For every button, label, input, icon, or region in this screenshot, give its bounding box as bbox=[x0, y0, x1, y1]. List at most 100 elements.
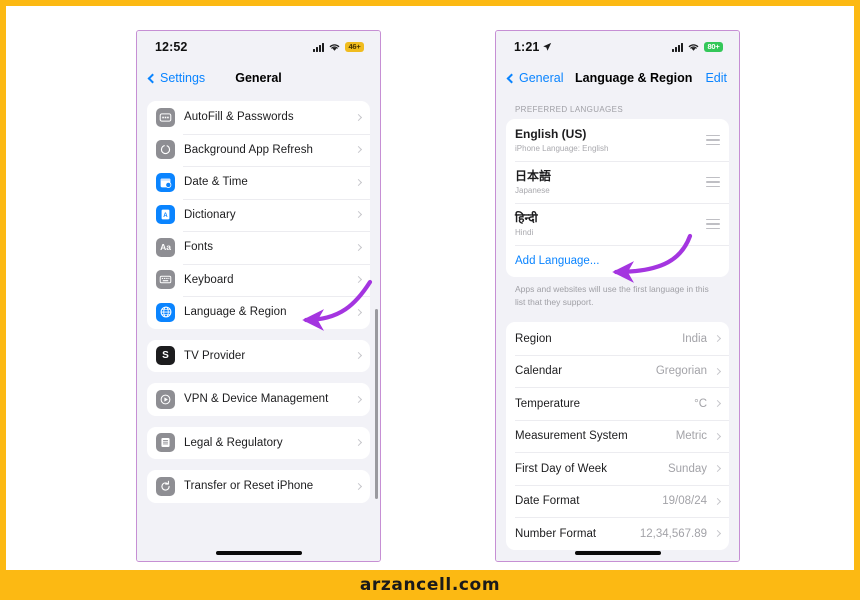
chevron-right-icon bbox=[713, 497, 722, 505]
add-language-button[interactable]: Add Language... bbox=[506, 245, 729, 277]
settings-row-date-format[interactable]: Date Format 19/08/24 bbox=[506, 484, 729, 518]
home-indicator bbox=[215, 551, 302, 555]
language-subtitle: iPhone Language: English bbox=[515, 144, 609, 153]
reorder-handle-icon[interactable] bbox=[706, 176, 720, 188]
settings-row-value: Gregorian bbox=[655, 365, 707, 378]
region-settings-group: Region India Calendar Gregorian Temperat… bbox=[506, 322, 729, 550]
status-time-wrap: 1:21 bbox=[514, 40, 552, 54]
settings-row-value: Metric bbox=[675, 430, 707, 443]
settings-row-value: 12,34,567.89 bbox=[639, 527, 707, 540]
settings-row-region[interactable]: Region India bbox=[506, 322, 729, 355]
settings-group-tv-provider: S TV Provider bbox=[147, 339, 370, 373]
chevron-right-icon bbox=[354, 146, 363, 154]
language-subtitle: Hindi bbox=[515, 228, 534, 237]
settings-row-background-app-refresh[interactable]: Background App Refresh bbox=[147, 133, 370, 167]
chevron-left-icon bbox=[506, 73, 517, 83]
status-bar-left: 12:52 46+ bbox=[137, 31, 380, 63]
status-bar-right: 1:21 80+ bbox=[496, 31, 739, 63]
fonts-icon: Aa bbox=[156, 237, 175, 257]
reorder-handle-icon[interactable] bbox=[706, 134, 720, 146]
chevron-right-icon bbox=[354, 395, 363, 403]
settings-row-value: °C bbox=[694, 397, 707, 410]
tv-provider-icon: S bbox=[156, 346, 175, 366]
settings-row-keyboard[interactable]: Keyboard bbox=[147, 263, 370, 297]
settings-group-transfer-reset: Transfer or Reset iPhone bbox=[147, 470, 370, 503]
chevron-left-icon bbox=[147, 73, 158, 83]
language-name: English (US) bbox=[515, 126, 587, 141]
settings-row-number-format[interactable]: Number Format 12,34,567.89 bbox=[506, 517, 729, 550]
chevron-right-icon bbox=[713, 530, 722, 538]
settings-row-calendar[interactable]: Calendar Gregorian bbox=[506, 354, 729, 388]
legal-regulatory-icon bbox=[156, 433, 175, 453]
settings-row-label: Transfer or Reset iPhone bbox=[184, 480, 314, 493]
wifi-icon bbox=[329, 44, 340, 51]
settings-row-label: First Day of Week bbox=[515, 462, 608, 475]
back-button-general[interactable]: General bbox=[506, 71, 563, 85]
settings-row-dictionary[interactable]: A Dictionary bbox=[147, 198, 370, 232]
settings-row-tv-provider[interactable]: S TV Provider bbox=[147, 340, 370, 373]
page-root: 12:52 46+ Settings General AutoFill & Pa… bbox=[0, 0, 860, 600]
phone-left-general-settings: 12:52 46+ Settings General AutoFill & Pa… bbox=[136, 30, 381, 562]
settings-row-label: Background App Refresh bbox=[184, 143, 313, 156]
settings-scroll-area-left[interactable]: AutoFill & Passwords Background App Refr… bbox=[137, 93, 380, 561]
settings-row-label: Legal & Regulatory bbox=[184, 436, 283, 449]
settings-row-fonts[interactable]: Aa Fonts bbox=[147, 231, 370, 264]
settings-row-label: VPN & Device Management bbox=[184, 393, 329, 406]
nav-bar-left: Settings General bbox=[137, 63, 380, 93]
preferred-languages-group: English (US) iPhone Language: English 日本… bbox=[506, 119, 729, 277]
settings-row-vpn-device-management[interactable]: VPN & Device Management bbox=[147, 383, 370, 416]
cellular-bars-icon bbox=[313, 42, 324, 52]
chevron-right-icon bbox=[713, 432, 722, 440]
settings-row-date-time[interactable]: Date & Time bbox=[147, 166, 370, 199]
settings-group-legal: Legal & Regulatory bbox=[147, 426, 370, 460]
back-button-settings[interactable]: Settings bbox=[147, 71, 206, 85]
settings-row-measurement-system[interactable]: Measurement System Metric bbox=[506, 419, 729, 453]
status-indicators: 46+ bbox=[313, 41, 364, 53]
chevron-right-icon bbox=[713, 367, 722, 375]
settings-row-label: AutoFill & Passwords bbox=[184, 111, 294, 124]
settings-row-label: Keyboard bbox=[184, 273, 234, 286]
language-name: हिन्दी bbox=[515, 210, 538, 225]
transfer-reset-iphone-icon bbox=[156, 476, 175, 496]
preferred-languages-caption: PREFERRED LANGUAGES bbox=[515, 105, 624, 114]
settings-row-label: Calendar bbox=[515, 365, 563, 378]
brand-banner: arzancell.com bbox=[0, 570, 860, 600]
status-indicators: 80+ bbox=[672, 41, 723, 53]
reorder-handle-icon[interactable] bbox=[706, 218, 720, 230]
settings-row-label: Measurement System bbox=[515, 430, 628, 443]
settings-group-general: AutoFill & Passwords Background App Refr… bbox=[147, 101, 370, 329]
background-app-refresh-icon bbox=[156, 140, 175, 160]
language-row-hindi[interactable]: हिन्दी Hindi bbox=[506, 203, 729, 245]
chevron-right-icon bbox=[354, 211, 363, 219]
edit-button[interactable]: Edit bbox=[705, 71, 727, 85]
settings-row-transfer-reset-iphone[interactable]: Transfer or Reset iPhone bbox=[147, 470, 370, 503]
settings-row-first-day-of-week[interactable]: First Day of Week Sunday bbox=[506, 452, 729, 485]
settings-row-label: Region bbox=[515, 332, 552, 345]
settings-row-label: Temperature bbox=[515, 397, 581, 410]
language-region-scroll-area[interactable]: PREFERRED LANGUAGES English (US) iPhone … bbox=[496, 93, 739, 561]
chevron-right-icon bbox=[713, 400, 722, 408]
chevron-right-icon bbox=[713, 465, 722, 473]
settings-row-legal-regulatory[interactable]: Legal & Regulatory bbox=[147, 427, 370, 460]
settings-row-label: TV Provider bbox=[184, 349, 246, 362]
keyboard-icon bbox=[156, 270, 175, 290]
back-button-label: Settings bbox=[160, 71, 206, 85]
cellular-bars-icon bbox=[672, 42, 683, 52]
status-time: 1:21 bbox=[514, 40, 540, 54]
language-row-japanese[interactable]: 日本語 Japanese bbox=[506, 161, 729, 203]
nav-bar-right: General Language & Region Edit bbox=[496, 63, 739, 93]
settings-row-label: Date Format bbox=[515, 495, 580, 508]
chevron-right-icon bbox=[354, 352, 363, 360]
settings-row-label: Fonts bbox=[184, 241, 214, 254]
svg-text:A: A bbox=[163, 212, 168, 219]
settings-row-language-region[interactable]: Language & Region bbox=[147, 296, 370, 329]
brand-text: arzancell.com bbox=[359, 575, 501, 595]
chevron-right-icon bbox=[713, 335, 722, 343]
settings-row-temperature[interactable]: Temperature °C bbox=[506, 387, 729, 420]
date-time-icon bbox=[156, 172, 175, 192]
location-arrow-icon bbox=[543, 42, 552, 51]
preferred-languages-footnote: Apps and websites will use the first lan… bbox=[515, 284, 709, 308]
settings-row-autofill-passwords[interactable]: AutoFill & Passwords bbox=[147, 101, 370, 134]
language-row-english[interactable]: English (US) iPhone Language: English bbox=[506, 119, 729, 161]
scrollbar-thumb[interactable] bbox=[375, 309, 378, 499]
